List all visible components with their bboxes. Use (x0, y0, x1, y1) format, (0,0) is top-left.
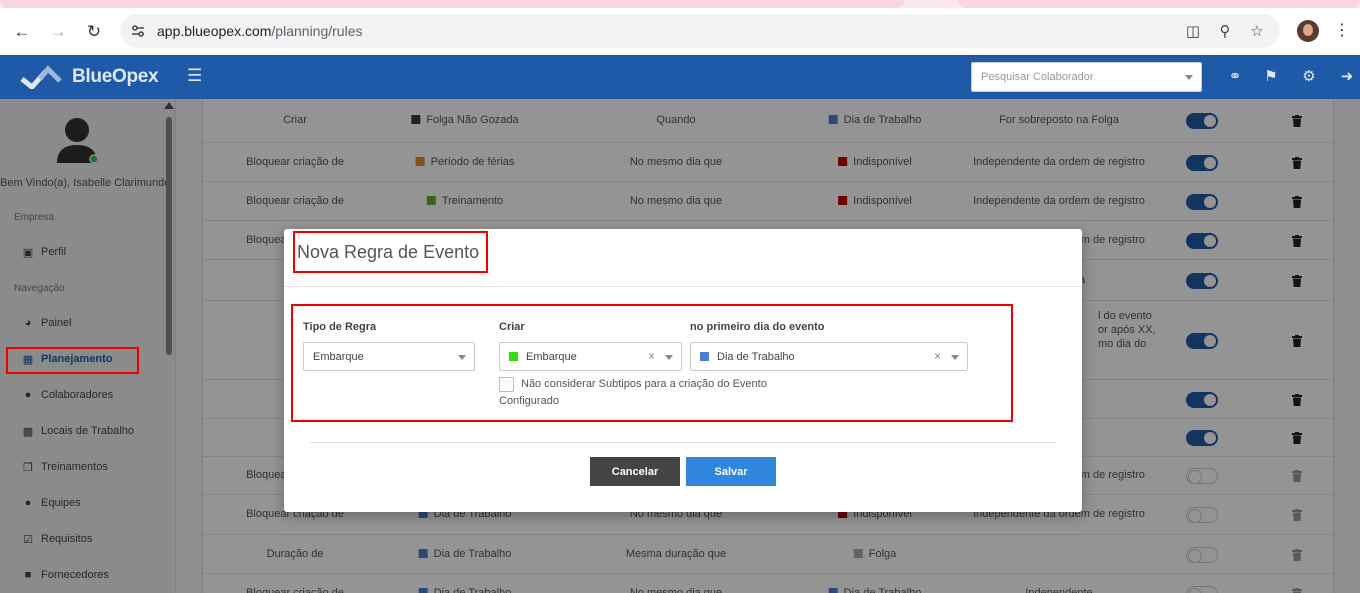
create-label: Criar (499, 321, 525, 333)
rule-type-value: Embarque (313, 351, 364, 363)
browser-tab[interactable] (0, 0, 905, 8)
profile-avatar-icon[interactable] (1297, 20, 1319, 42)
site-settings-icon[interactable] (130, 23, 146, 39)
url-host: app.blueopex.com (157, 23, 272, 39)
clear-icon[interactable]: × (934, 349, 941, 363)
url-text[interactable]: app.blueopex.com/planning/rules (157, 23, 362, 39)
first-day-event-text: Dia de Trabalho (717, 351, 795, 363)
employee-search-select[interactable]: Pesquisar Colaborador (971, 62, 1202, 92)
chevron-down-icon[interactable] (458, 355, 466, 360)
browser-tab[interactable] (958, 0, 1360, 8)
create-event-text: Embarque (526, 351, 577, 363)
first-day-event-select[interactable]: Dia de Trabalho × (690, 342, 968, 371)
browser-toolbar: ← → ↻ app.blueopex.com/planning/rules ◫ … (0, 8, 1360, 55)
url-path: /planning/rules (271, 23, 363, 39)
install-app-icon[interactable]: ◫ (1184, 22, 1202, 40)
menu-toggle-icon[interactable]: ☰ (187, 66, 202, 86)
new-event-rule-modal: Nova Regra de Evento Tipo de Regra Embar… (284, 229, 1082, 512)
cancel-button[interactable]: Cancelar (590, 457, 680, 486)
logout-icon[interactable]: ➜ (1338, 67, 1356, 85)
create-event-value: Embarque (509, 351, 577, 363)
ignore-subtypes-label[interactable]: Não considerar Subtipos para a criação d… (521, 378, 767, 390)
ignore-subtypes-checkbox[interactable] (499, 377, 514, 392)
forward-arrow-icon[interactable]: → (46, 20, 70, 44)
highlight-box-title (293, 231, 488, 273)
event-color-swatch (700, 352, 709, 361)
modal-footer-divider (310, 442, 1056, 443)
reload-icon[interactable]: ↻ (82, 20, 106, 44)
rule-type-select[interactable]: Embarque (303, 342, 475, 371)
back-arrow-icon[interactable]: ← (10, 20, 34, 44)
create-event-select[interactable]: Embarque × (499, 342, 682, 371)
chevron-down-icon[interactable] (951, 355, 959, 360)
search-placeholder: Pesquisar Colaborador (981, 71, 1094, 83)
modal-header-divider (284, 286, 1082, 287)
address-bar[interactable]: app.blueopex.com/planning/rules ◫ ⚲ ☆ (120, 14, 1280, 48)
bell-notifications-icon[interactable]: ⚑ (1262, 67, 1280, 85)
first-day-label: no primeiro dia do evento (690, 321, 825, 333)
first-day-event-value: Dia de Trabalho (700, 351, 795, 363)
ignore-subtypes-label-continued[interactable]: Configurado (499, 395, 559, 407)
gear-settings-icon[interactable]: ⚙ (1300, 67, 1318, 85)
bookmark-star-icon[interactable]: ☆ (1248, 22, 1266, 40)
event-color-swatch (509, 352, 518, 361)
chevron-down-icon[interactable] (665, 355, 673, 360)
chevron-down-icon (1185, 75, 1193, 80)
save-button[interactable]: Salvar (686, 457, 776, 486)
headset-support-icon[interactable]: ⚭ (1226, 67, 1244, 85)
rule-type-label: Tipo de Regra (303, 321, 377, 333)
highlight-box-planejamento (6, 347, 139, 374)
clear-icon[interactable]: × (648, 349, 655, 363)
browser-menu-icon[interactable]: ⋮ (1334, 20, 1350, 40)
brand-name: BlueOpex (72, 66, 159, 87)
blueopex-logo-icon (20, 65, 62, 89)
zoom-icon[interactable]: ⚲ (1216, 22, 1234, 40)
browser-tab-strip (0, 0, 1360, 8)
app-header: BlueOpex ☰ Pesquisar Colaborador ⚭ ⚑ ⚙ ➜ (0, 55, 1360, 99)
